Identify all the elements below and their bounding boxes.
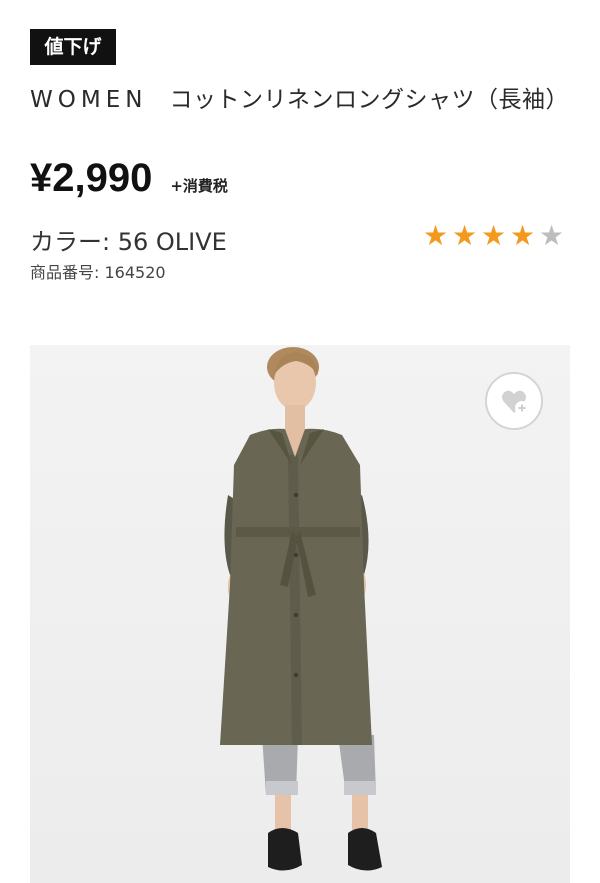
model-illustration [30,345,570,883]
product-name: コットンリネンロングシャツ（長袖） [169,87,569,113]
price-row: ¥2,990 +消費税 [30,156,228,206]
star-icon: ★ [480,219,507,252]
star-icon: ★ [422,219,449,252]
color-label: カラー: 56 OLIVE [30,228,227,256]
product-title: WOMEN コットンリネンロングシャツ（長袖） [30,86,570,115]
product-number: 商品番号: 164520 [30,263,166,282]
favorite-button[interactable] [485,372,543,430]
star-icon: ★ [451,219,478,252]
product-gender: WOMEN [30,87,148,113]
product-price: ¥2,990 [30,156,153,200]
price-down-badge: 値下げ [30,29,116,65]
star-icon: ★ [509,219,536,252]
tax-note: +消費税 [170,177,228,195]
rating-stars[interactable]: ★ ★ ★ ★ ★ [421,222,566,250]
star-icon: ★ [538,219,565,252]
product-image[interactable] [30,345,570,883]
heart-plus-icon [502,390,529,415]
